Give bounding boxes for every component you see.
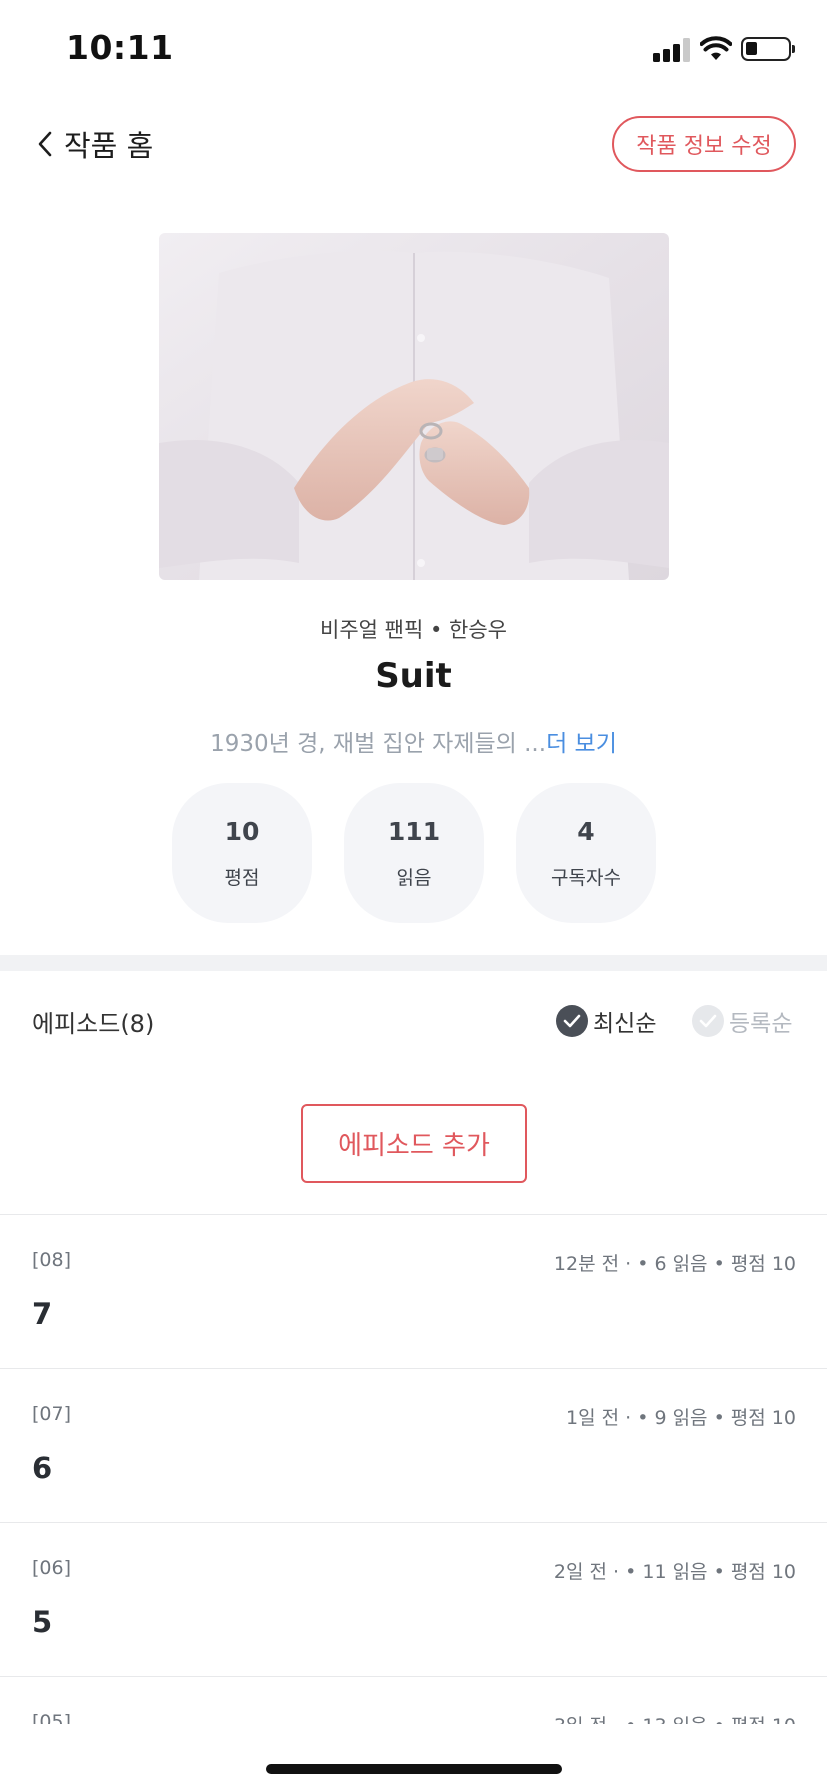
sort-latest-option[interactable]: 최신순 [556, 1003, 656, 1039]
episode-title: 6 [32, 1451, 53, 1485]
episode-number: [08] [32, 1249, 72, 1271]
status-bar: 10:11 [0, 0, 827, 100]
stat-subscribers: 4 구독자수 [516, 783, 656, 923]
check-icon [556, 1005, 588, 1037]
episode-row[interactable]: [08] 12분 전 · • 6 읽음 • 평점 10 7 [0, 1215, 827, 1369]
section-divider [0, 955, 827, 971]
cellular-signal-icon [653, 38, 691, 62]
stat-value: 10 [224, 817, 260, 846]
episode-title: 7 [32, 1297, 53, 1331]
back-button[interactable]: 작품 홈 [34, 120, 153, 168]
stat-label: 읽음 [396, 867, 432, 889]
edit-work-info-button[interactable]: 작품 정보 수정 [612, 116, 796, 172]
episode-number: [07] [32, 1403, 72, 1425]
episode-row[interactable]: [07] 1일 전 · • 9 읽음 • 평점 10 6 [0, 1369, 827, 1523]
stat-value: 4 [577, 817, 595, 846]
episode-stats: 12분 전 · • 6 읽음 • 평점 10 [553, 1253, 796, 1275]
work-title: Suit [375, 656, 452, 696]
stat-label: 평점 [224, 867, 260, 889]
check-icon [692, 1005, 724, 1037]
more-link[interactable]: 더 보기 [546, 731, 617, 757]
stat-reads: 111 읽음 [344, 783, 484, 923]
back-label: 작품 홈 [64, 129, 154, 163]
cover-image [159, 233, 669, 580]
wifi-icon [700, 36, 732, 60]
episode-row[interactable]: [05] 3일 전 · • 13 읽음 • 평점 10 [0, 1677, 827, 1724]
stat-label: 구독자수 [551, 867, 621, 889]
stat-rating: 10 평점 [172, 783, 312, 923]
battery-icon [741, 37, 791, 61]
sort-latest-label: 최신순 [593, 1011, 657, 1037]
work-synopsis: 1930년 경, 재벌 집안 자제들의 ...더 보기 [0, 724, 827, 758]
episode-stats: 3일 전 · • 13 읽음 • 평점 10 [554, 1711, 796, 1724]
sort-registered-label: 등록순 [729, 1011, 793, 1037]
chevron-left-icon [38, 131, 52, 157]
add-episode-button[interactable]: 에피소드 추가 [301, 1104, 527, 1183]
episode-title: 5 [32, 1605, 53, 1639]
home-indicator[interactable] [266, 1764, 562, 1774]
episode-row[interactable]: [06] 2일 전 · • 11 읽음 • 평점 10 5 [0, 1523, 827, 1677]
sort-registered-option[interactable]: 등록순 [692, 1003, 792, 1039]
stat-value: 111 [387, 817, 441, 846]
synopsis-text: 1930년 경, 재벌 집안 자제들의 ... [210, 731, 547, 757]
battery-cap [792, 45, 795, 53]
work-genre-author: 비주얼 팬픽 • 한승우 [320, 618, 507, 642]
episode-list: [08] 12분 전 · • 6 읽음 • 평점 10 7 [07] 1일 전 … [0, 1214, 827, 1724]
episode-stats: 2일 전 · • 11 읽음 • 평점 10 [553, 1561, 796, 1583]
episode-count: 에피소드(8) [32, 1010, 155, 1038]
episode-stats: 1일 전 · • 9 읽음 • 평점 10 [565, 1407, 796, 1429]
status-time: 10:11 [66, 28, 174, 67]
episode-number: [05] [32, 1711, 72, 1724]
episode-number: [06] [32, 1557, 72, 1579]
